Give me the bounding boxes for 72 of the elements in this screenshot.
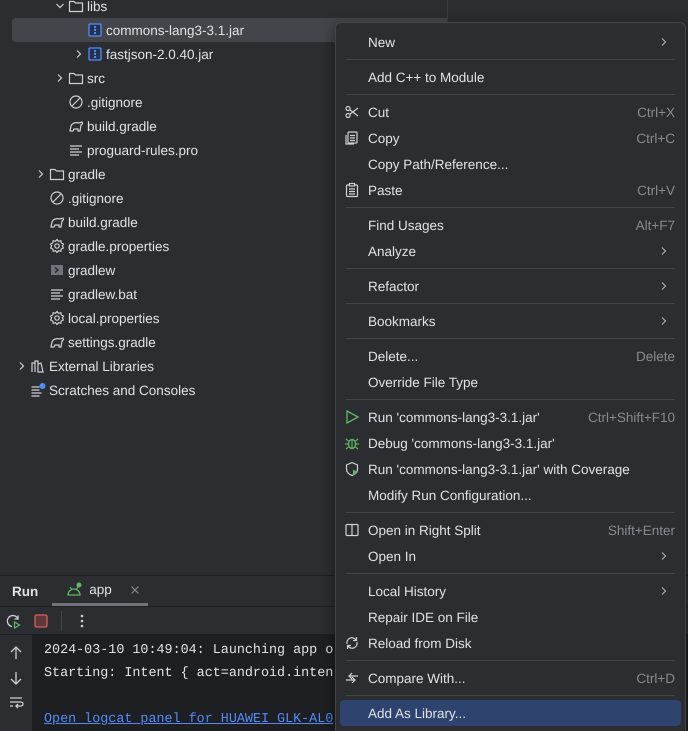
submenu-chevron-icon (659, 586, 669, 596)
folder-icon (68, 0, 84, 14)
menu-item[interactable]: Run 'commons-lang3-3.1.jar' with Coverage (340, 456, 681, 482)
gear-icon (49, 238, 65, 254)
menu-item[interactable]: Copy Ctrl+C (340, 125, 681, 151)
prohibited-icon (68, 94, 84, 110)
console-line: Starting: Intent { act=android.inten (44, 666, 334, 681)
expand-chevron-icon[interactable] (55, 73, 65, 83)
shield-play-icon (344, 461, 360, 477)
scratches-icon (30, 382, 46, 398)
tree-item[interactable]: libs (12, 0, 447, 18)
menu-item[interactable]: Local History (340, 578, 681, 604)
collapse-chevron-icon[interactable] (55, 1, 65, 11)
menu-item[interactable]: Delete... Delete (340, 343, 681, 369)
shortcut-label: Ctrl+Shift+F10 (588, 410, 675, 424)
submenu-chevron-icon (659, 316, 669, 326)
shortcut-label: Ctrl+X (637, 104, 675, 120)
menu-item[interactable]: Open in Right Split Shift+Enter (340, 517, 681, 543)
menu-item[interactable]: Compare With... Ctrl+D (340, 665, 681, 691)
menu-item[interactable]: Reload from Disk (340, 630, 681, 656)
close-icon[interactable] (130, 584, 140, 595)
android-icon (66, 582, 82, 598)
menu-item[interactable]: Override File Type (340, 369, 681, 395)
folder-icon (68, 70, 84, 86)
menu-item[interactable]: Paste Ctrl+V (340, 177, 681, 203)
up-arrow-icon[interactable] (8, 645, 24, 661)
library-icon (30, 358, 46, 374)
scissors-icon (344, 104, 360, 120)
menu-item[interactable]: Open In (340, 543, 681, 569)
menu-item[interactable]: Run 'commons-lang3-3.1.jar' Ctrl+Shift+F10 (340, 404, 681, 430)
submenu-chevron-icon (659, 37, 669, 47)
menu-item[interactable]: Copy Path/Reference... (340, 151, 681, 177)
shortcut-label: Delete (636, 348, 675, 364)
clipboard-icon (344, 182, 360, 198)
prohibited-icon (49, 190, 65, 206)
expand-chevron-icon[interactable] (36, 169, 46, 179)
submenu-chevron-icon (659, 246, 669, 256)
menu-item[interactable]: Add As Library... (340, 700, 681, 726)
shortcut-label: Ctrl+C (636, 130, 675, 146)
menu-item[interactable]: Add C++ to Module (340, 64, 681, 90)
terminal-icon (49, 262, 65, 278)
menu-item[interactable]: Modify Run Configuration... (340, 482, 681, 508)
expand-chevron-icon[interactable] (17, 361, 27, 371)
submenu-chevron-icon (659, 551, 669, 561)
soft-wrap-icon[interactable] (8, 695, 24, 711)
shortcut-label: Shift+Enter (608, 522, 675, 538)
menu-item[interactable]: Find Usages Alt+F7 (340, 212, 681, 238)
submenu-chevron-icon (659, 281, 669, 291)
archive-icon (87, 46, 103, 62)
menu-item[interactable]: Repair IDE on File (340, 604, 681, 630)
console-link[interactable]: Open logcat panel for HUAWEI GLK-AL0 (44, 712, 334, 727)
gear-icon (49, 310, 65, 326)
copy-icon (344, 130, 360, 146)
panel-title: Run (11, 582, 40, 601)
split-view-icon (344, 522, 360, 538)
shortcut-label: Alt+F7 (636, 218, 675, 232)
compare-arrows-icon (344, 670, 360, 686)
shortcut-label: Ctrl+D (636, 670, 675, 686)
reload-icon (344, 635, 360, 651)
console-line: 2024-03-10 10:49:04: Launching app o (44, 643, 334, 658)
down-arrow-icon[interactable] (8, 670, 24, 686)
menu-item[interactable]: Bookmarks (340, 308, 681, 334)
menu-item[interactable]: Debug 'commons-lang3-3.1.jar' (340, 430, 681, 456)
expand-chevron-icon[interactable] (74, 49, 84, 59)
shortcut-label: Ctrl+V (637, 182, 675, 198)
rerun-icon[interactable] (5, 612, 21, 629)
archive-icon (87, 22, 103, 38)
stop-icon[interactable] (33, 612, 49, 629)
run-tab[interactable]: app (52, 576, 148, 606)
folder-icon (49, 166, 65, 182)
play-icon (344, 409, 360, 425)
menu-item[interactable]: Cut Ctrl+X (340, 99, 681, 125)
